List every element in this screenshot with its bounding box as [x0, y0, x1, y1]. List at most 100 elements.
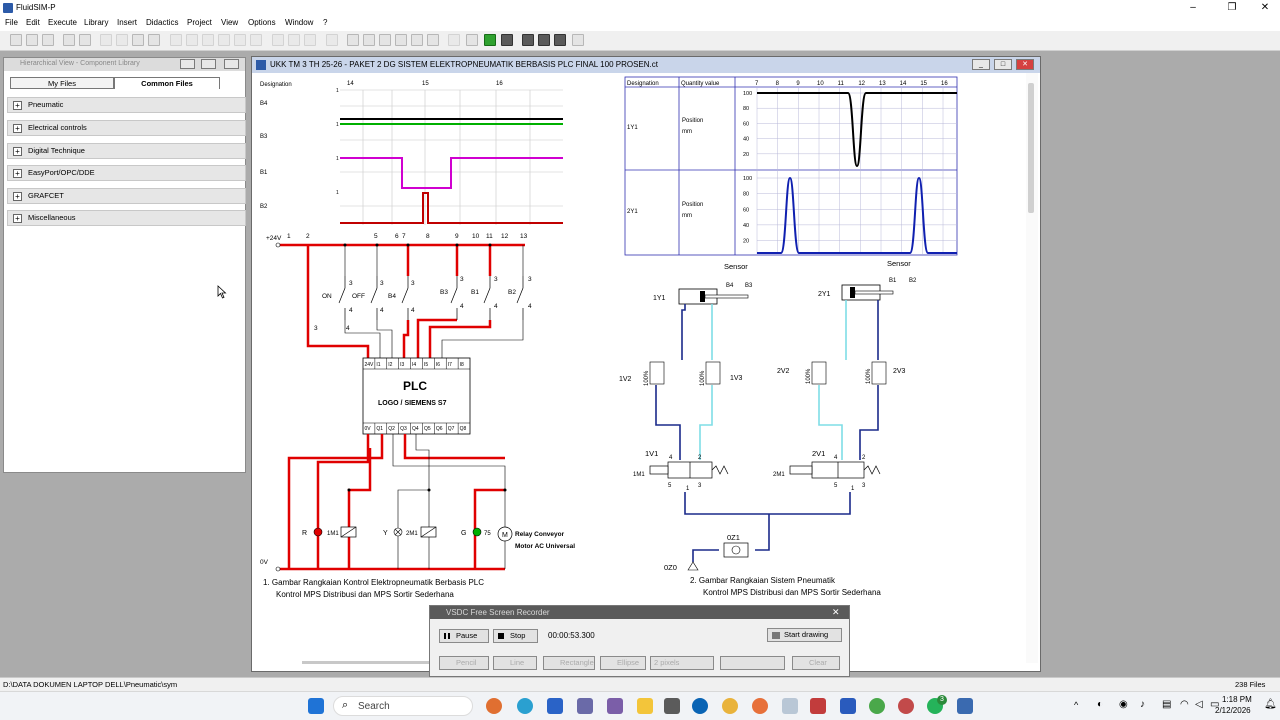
document-maximize-button[interactable]: □: [994, 59, 1012, 70]
menu-edit[interactable]: Edit: [26, 18, 40, 27]
tab-my-files[interactable]: My Files: [10, 77, 114, 89]
menu-options[interactable]: Options: [248, 18, 276, 27]
rectangle-button[interactable]: Rectangle: [543, 656, 595, 670]
reset-icon[interactable]: [466, 34, 478, 46]
zoom-icon[interactable]: [347, 34, 359, 46]
undo-icon[interactable]: [100, 34, 112, 46]
volume-icon[interactable]: ◁: [1195, 699, 1203, 710]
zoom-window-icon[interactable]: [363, 34, 375, 46]
library-maximize-button[interactable]: [201, 59, 216, 69]
maximize-button[interactable]: ❐: [1217, 0, 1247, 16]
menu-help[interactable]: ?: [323, 18, 327, 27]
library-item-digital[interactable]: + Digital Technique: [7, 143, 246, 159]
rotate-icon[interactable]: [326, 34, 338, 46]
print-icon[interactable]: [79, 34, 91, 46]
line-width-select[interactable]: 2 pixels: [650, 656, 714, 670]
tray-app-icon[interactable]: ◉: [1119, 699, 1128, 710]
library-item-easyport[interactable]: + EasyPort/OPC/DDE: [7, 165, 246, 181]
dell-icon[interactable]: [692, 698, 708, 714]
app-icon[interactable]: [782, 698, 798, 714]
zoom-out-icon[interactable]: [427, 34, 439, 46]
camera-icon[interactable]: [664, 698, 680, 714]
menu-insert[interactable]: Insert: [117, 18, 137, 27]
menu-window[interactable]: Window: [285, 18, 313, 27]
menu-view[interactable]: View: [221, 18, 238, 27]
horizontal-scrollbar-thumb[interactable]: [302, 661, 432, 664]
align-right-icon[interactable]: [202, 34, 214, 46]
menu-file[interactable]: File: [5, 18, 18, 27]
file-explorer-icon[interactable]: [637, 698, 653, 714]
check-drawing-icon[interactable]: [448, 34, 460, 46]
start-simulation-icon[interactable]: [484, 34, 496, 46]
library-close-button[interactable]: [224, 59, 239, 69]
expand-icon[interactable]: +: [13, 124, 22, 133]
store-icon[interactable]: [547, 698, 563, 714]
expand-icon[interactable]: +: [13, 101, 22, 110]
align-center-icon[interactable]: [186, 34, 198, 46]
word-icon[interactable]: [840, 698, 856, 714]
menu-execute[interactable]: Execute: [48, 18, 77, 27]
expand-icon[interactable]: +: [13, 214, 22, 223]
paste-icon[interactable]: [148, 34, 160, 46]
library-item-grafcet[interactable]: + GRAFCET: [7, 188, 246, 204]
step-back-icon[interactable]: [522, 34, 534, 46]
edge-browser-icon[interactable]: [517, 698, 533, 714]
app-icon[interactable]: [577, 698, 593, 714]
ungroup-icon[interactable]: [304, 34, 316, 46]
chrome-icon[interactable]: [722, 698, 738, 714]
copy-icon[interactable]: [132, 34, 144, 46]
step-forward-icon[interactable]: [538, 34, 550, 46]
align-middle-icon[interactable]: [234, 34, 246, 46]
menu-library[interactable]: Library: [84, 18, 108, 27]
chrome-icon[interactable]: [869, 698, 885, 714]
close-button[interactable]: ✕: [1250, 0, 1280, 16]
expand-icon[interactable]: +: [13, 192, 22, 201]
library-item-miscellaneous[interactable]: + Miscellaneous: [7, 210, 246, 226]
expand-icon[interactable]: +: [13, 169, 22, 178]
step-to-end-icon[interactable]: [554, 34, 566, 46]
fluidsim-icon[interactable]: [957, 698, 973, 714]
zoom-in-icon[interactable]: [411, 34, 423, 46]
new-file-icon[interactable]: [10, 34, 22, 46]
clock-time[interactable]: 1:18 PM: [1222, 695, 1252, 704]
menu-didactics[interactable]: Didactics: [146, 18, 178, 27]
expand-icon[interactable]: +: [13, 147, 22, 156]
menu-project[interactable]: Project: [187, 18, 212, 27]
app-icon[interactable]: [752, 698, 768, 714]
tab-common-files[interactable]: Common Files: [114, 77, 220, 89]
library-item-electrical[interactable]: + Electrical controls: [7, 120, 246, 136]
wifi-icon[interactable]: ◠: [1180, 699, 1189, 710]
print-preview-icon[interactable]: [63, 34, 75, 46]
network-icon[interactable]: ▤: [1162, 699, 1171, 710]
pencil-button[interactable]: Pencil: [439, 656, 489, 670]
clock-date[interactable]: 2/12/2026: [1215, 706, 1251, 715]
open-file-icon[interactable]: [26, 34, 38, 46]
ellipse-button[interactable]: Ellipse: [600, 656, 646, 670]
zoom-fit-icon[interactable]: [379, 34, 391, 46]
group-icon[interactable]: [288, 34, 300, 46]
notification-bell-icon[interactable]: 🔔︎: [1264, 699, 1277, 710]
tray-app-icon[interactable]: ◐: [1097, 699, 1103, 710]
taskbar-search-box[interactable]: ⌕ Search: [333, 696, 473, 716]
chrome-icon[interactable]: [898, 698, 914, 714]
clear-button[interactable]: Clear: [792, 656, 840, 670]
widgets-icon[interactable]: [486, 698, 502, 714]
align-left-icon[interactable]: [170, 34, 182, 46]
vertical-scrollbar-thumb[interactable]: [1028, 83, 1034, 213]
microphone-icon[interactable]: ♪: [1140, 699, 1145, 710]
align-top-icon[interactable]: [218, 34, 230, 46]
cut-icon[interactable]: [116, 34, 128, 46]
app-icon[interactable]: [607, 698, 623, 714]
minimize-button[interactable]: –: [1178, 0, 1208, 16]
save-icon[interactable]: [42, 34, 54, 46]
color-select[interactable]: [720, 656, 785, 670]
document-minimize-button[interactable]: _: [972, 59, 990, 70]
library-minimize-button[interactable]: [180, 59, 195, 69]
grid-icon[interactable]: [272, 34, 284, 46]
align-bottom-icon[interactable]: [250, 34, 262, 46]
document-close-button[interactable]: ✕: [1016, 59, 1034, 70]
simulate-until-icon[interactable]: [572, 34, 584, 46]
recorder-close-icon[interactable]: ✕: [832, 607, 840, 618]
pause-simulation-icon[interactable]: [501, 34, 513, 46]
app-icon[interactable]: [810, 698, 826, 714]
